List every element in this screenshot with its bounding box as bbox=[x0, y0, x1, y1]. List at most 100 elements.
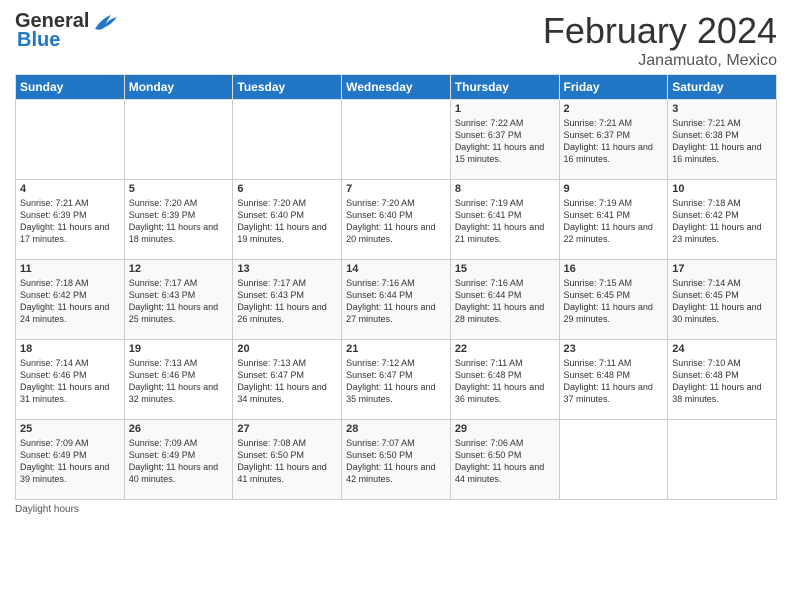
day-cell: 1 Sunrise: 7:22 AMSunset: 6:37 PMDaylight… bbox=[450, 100, 559, 180]
day-number: 1 bbox=[455, 103, 555, 115]
day-info: Sunrise: 7:08 AMSunset: 6:50 PMDaylight:… bbox=[237, 438, 326, 484]
day-info: Sunrise: 7:16 AMSunset: 6:44 PMDaylight:… bbox=[455, 278, 544, 324]
day-info: Sunrise: 7:17 AMSunset: 6:43 PMDaylight:… bbox=[129, 278, 218, 324]
day-info: Sunrise: 7:16 AMSunset: 6:44 PMDaylight:… bbox=[346, 278, 435, 324]
logo: General Blue bbox=[15, 10, 119, 52]
day-info: Sunrise: 7:14 AMSunset: 6:45 PMDaylight:… bbox=[672, 278, 761, 324]
day-cell: 12Sunrise: 7:17 AMSunset: 6:43 PMDayligh… bbox=[124, 260, 233, 340]
day-number: 15 bbox=[455, 263, 555, 275]
day-cell: 27 Sunrise: 7:08 AMSunset: 6:50 PMDayligh… bbox=[233, 420, 342, 500]
footer: Daylight hours bbox=[15, 504, 777, 515]
column-header-saturday: Saturday bbox=[668, 75, 777, 100]
day-info: Sunrise: 7:15 AMSunset: 6:45 PMDaylight:… bbox=[564, 278, 653, 324]
day-info: Sunrise: 7:07 AMSunset: 6:50 PMDaylight:… bbox=[346, 438, 435, 484]
day-cell: 19 Sunrise: 7:13 AMSunset: 6:46 PMDayligh… bbox=[124, 340, 233, 420]
day-info: Sunrise: 7:06 AMSunset: 6:50 PMDaylight:… bbox=[455, 438, 544, 484]
day-number: 4 bbox=[20, 183, 120, 195]
logo-blue: Blue bbox=[17, 29, 60, 52]
day-cell: 26 Sunrise: 7:09 AMSunset: 6:49 PMDayligh… bbox=[124, 420, 233, 500]
header-row: SundayMondayTuesdayWednesdayThursdayFrid… bbox=[16, 75, 777, 100]
week-row-3: 18Sunrise: 7:14 AMSunset: 6:46 PMDayligh… bbox=[16, 340, 777, 420]
week-row-1: 4Sunrise: 7:21 AMSunset: 6:39 PMDaylight… bbox=[16, 180, 777, 260]
day-info: Sunrise: 7:22 AMSunset: 6:37 PMDaylight:… bbox=[455, 118, 544, 164]
day-cell bbox=[233, 100, 342, 180]
day-number: 28 bbox=[346, 423, 446, 435]
day-number: 10 bbox=[672, 183, 772, 195]
day-cell: 5 Sunrise: 7:20 AMSunset: 6:39 PMDaylight… bbox=[124, 180, 233, 260]
day-number: 24 bbox=[672, 343, 772, 355]
day-cell: 28 Sunrise: 7:07 AMSunset: 6:50 PMDayligh… bbox=[342, 420, 451, 500]
day-info: Sunrise: 7:14 AMSunset: 6:46 PMDaylight:… bbox=[20, 358, 109, 404]
day-cell: 13 Sunrise: 7:17 AMSunset: 6:43 PMDayligh… bbox=[233, 260, 342, 340]
day-info: Sunrise: 7:09 AMSunset: 6:49 PMDaylight:… bbox=[20, 438, 109, 484]
day-number: 2 bbox=[564, 103, 664, 115]
day-number: 22 bbox=[455, 343, 555, 355]
column-header-tuesday: Tuesday bbox=[233, 75, 342, 100]
logo-bird-icon bbox=[91, 11, 119, 33]
day-cell: 22Sunrise: 7:11 AMSunset: 6:48 PMDayligh… bbox=[450, 340, 559, 420]
day-cell bbox=[124, 100, 233, 180]
day-info: Sunrise: 7:19 AMSunset: 6:41 PMDaylight:… bbox=[455, 198, 544, 244]
day-number: 29 bbox=[455, 423, 555, 435]
day-cell: 2Sunrise: 7:21 AMSunset: 6:37 PMDaylight… bbox=[559, 100, 668, 180]
day-number: 27 bbox=[237, 423, 337, 435]
day-info: Sunrise: 7:11 AMSunset: 6:48 PMDaylight:… bbox=[564, 358, 653, 404]
day-number: 26 bbox=[129, 423, 229, 435]
day-info: Sunrise: 7:13 AMSunset: 6:46 PMDaylight:… bbox=[129, 358, 218, 404]
day-number: 6 bbox=[237, 183, 337, 195]
day-info: Sunrise: 7:10 AMSunset: 6:48 PMDaylight:… bbox=[672, 358, 761, 404]
day-cell: 15 Sunrise: 7:16 AMSunset: 6:44 PMDayligh… bbox=[450, 260, 559, 340]
page-container: General Blue February 2024 Janamuato, Me… bbox=[0, 0, 792, 525]
day-cell: 16 Sunrise: 7:15 AMSunset: 6:45 PMDayligh… bbox=[559, 260, 668, 340]
week-row-4: 25 Sunrise: 7:09 AMSunset: 6:49 PMDayligh… bbox=[16, 420, 777, 500]
day-number: 5 bbox=[129, 183, 229, 195]
day-number: 7 bbox=[346, 183, 446, 195]
day-info: Sunrise: 7:20 AMSunset: 6:40 PMDaylight:… bbox=[237, 198, 326, 244]
day-info: Sunrise: 7:12 AMSunset: 6:47 PMDaylight:… bbox=[346, 358, 435, 404]
day-cell: 7 Sunrise: 7:20 AMSunset: 6:40 PMDaylight… bbox=[342, 180, 451, 260]
day-info: Sunrise: 7:18 AMSunset: 6:42 PMDaylight:… bbox=[20, 278, 109, 324]
location: Janamuato, Mexico bbox=[543, 52, 777, 70]
day-number: 20 bbox=[237, 343, 337, 355]
day-info: Sunrise: 7:21 AMSunset: 6:38 PMDaylight:… bbox=[672, 118, 761, 164]
day-cell: 6 Sunrise: 7:20 AMSunset: 6:40 PMDaylight… bbox=[233, 180, 342, 260]
month-title: February 2024 bbox=[543, 10, 777, 52]
day-number: 16 bbox=[564, 263, 664, 275]
day-cell: 4Sunrise: 7:21 AMSunset: 6:39 PMDaylight… bbox=[16, 180, 125, 260]
day-cell bbox=[559, 420, 668, 500]
day-cell: 23 Sunrise: 7:11 AMSunset: 6:48 PMDayligh… bbox=[559, 340, 668, 420]
day-cell: 9Sunrise: 7:19 AMSunset: 6:41 PMDaylight… bbox=[559, 180, 668, 260]
week-row-2: 11 Sunrise: 7:18 AMSunset: 6:42 PMDayligh… bbox=[16, 260, 777, 340]
day-info: Sunrise: 7:17 AMSunset: 6:43 PMDaylight:… bbox=[237, 278, 326, 324]
day-cell: 25 Sunrise: 7:09 AMSunset: 6:49 PMDayligh… bbox=[16, 420, 125, 500]
day-number: 3 bbox=[672, 103, 772, 115]
day-cell: 20Sunrise: 7:13 AMSunset: 6:47 PMDayligh… bbox=[233, 340, 342, 420]
day-cell bbox=[668, 420, 777, 500]
day-number: 23 bbox=[564, 343, 664, 355]
column-header-sunday: Sunday bbox=[16, 75, 125, 100]
day-number: 14 bbox=[346, 263, 446, 275]
day-cell: 14 Sunrise: 7:16 AMSunset: 6:44 PMDayligh… bbox=[342, 260, 451, 340]
day-cell bbox=[16, 100, 125, 180]
day-number: 8 bbox=[455, 183, 555, 195]
week-row-0: 1 Sunrise: 7:22 AMSunset: 6:37 PMDaylight… bbox=[16, 100, 777, 180]
day-cell: 21 Sunrise: 7:12 AMSunset: 6:47 PMDayligh… bbox=[342, 340, 451, 420]
day-number: 13 bbox=[237, 263, 337, 275]
day-cell: 3 Sunrise: 7:21 AMSunset: 6:38 PMDaylight… bbox=[668, 100, 777, 180]
day-info: Sunrise: 7:18 AMSunset: 6:42 PMDaylight:… bbox=[672, 198, 761, 244]
column-header-friday: Friday bbox=[559, 75, 668, 100]
day-number: 11 bbox=[20, 263, 120, 275]
day-info: Sunrise: 7:09 AMSunset: 6:49 PMDaylight:… bbox=[129, 438, 218, 484]
day-info: Sunrise: 7:20 AMSunset: 6:39 PMDaylight:… bbox=[129, 198, 218, 244]
title-area: February 2024 Janamuato, Mexico bbox=[543, 10, 777, 70]
day-number: 19 bbox=[129, 343, 229, 355]
day-number: 9 bbox=[564, 183, 664, 195]
day-cell: 18Sunrise: 7:14 AMSunset: 6:46 PMDayligh… bbox=[16, 340, 125, 420]
column-header-thursday: Thursday bbox=[450, 75, 559, 100]
header: General Blue February 2024 Janamuato, Me… bbox=[15, 10, 777, 70]
day-number: 25 bbox=[20, 423, 120, 435]
day-info: Sunrise: 7:20 AMSunset: 6:40 PMDaylight:… bbox=[346, 198, 435, 244]
day-number: 21 bbox=[346, 343, 446, 355]
day-number: 17 bbox=[672, 263, 772, 275]
day-cell: 8 Sunrise: 7:19 AMSunset: 6:41 PMDaylight… bbox=[450, 180, 559, 260]
